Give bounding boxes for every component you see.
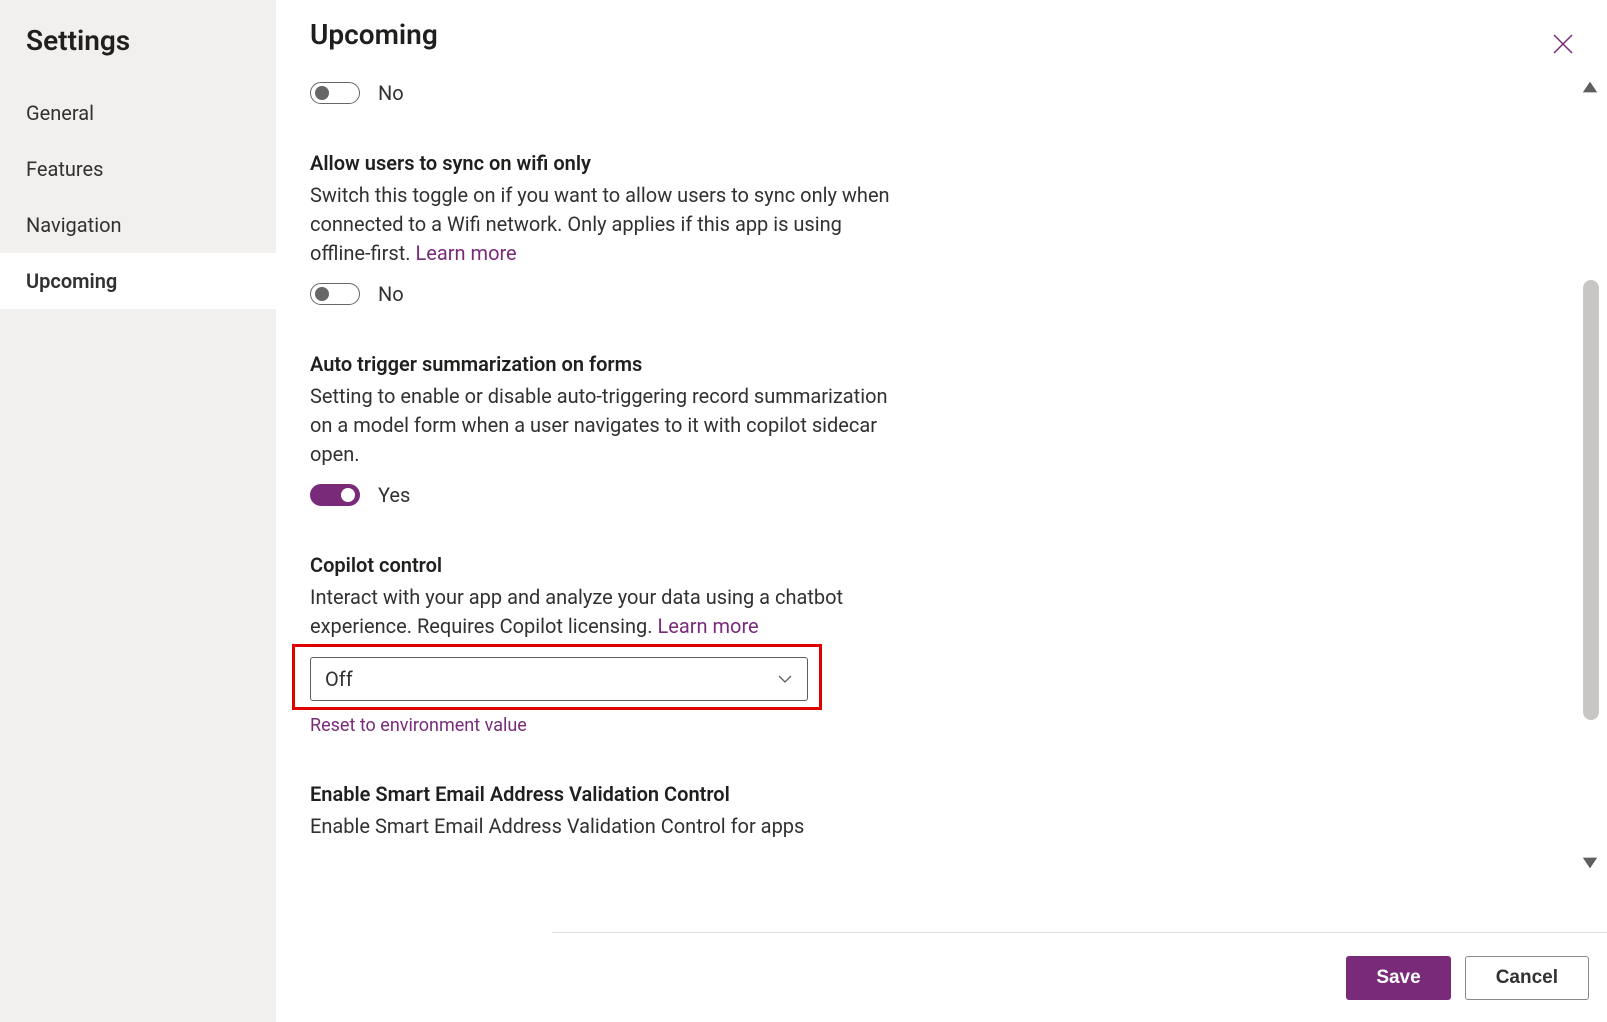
toggle-unknown-label: No xyxy=(378,81,404,105)
sidebar-item-navigation[interactable]: Navigation xyxy=(0,197,276,253)
setting-auto-summarize: Auto trigger summarization on forms Sett… xyxy=(310,352,890,507)
setting-title: Copilot control xyxy=(310,553,890,577)
copilot-select-value: Off xyxy=(325,667,353,691)
settings-sidebar: Settings General Features Navigation Upc… xyxy=(0,0,276,1022)
sidebar-item-features[interactable]: Features xyxy=(0,141,276,197)
setting-desc: Switch this toggle on if you want to all… xyxy=(310,181,890,268)
sidebar-title: Settings xyxy=(0,18,276,85)
setting-smart-email: Enable Smart Email Address Validation Co… xyxy=(310,782,890,841)
close-icon xyxy=(1551,32,1575,56)
page-title: Upcoming xyxy=(276,0,1607,51)
close-button[interactable] xyxy=(1547,28,1579,60)
setting-unknown-toggle: No xyxy=(310,81,890,105)
toggle-auto-summarize-label: Yes xyxy=(378,483,410,507)
setting-desc: Enable Smart Email Address Validation Co… xyxy=(310,812,890,841)
learn-more-link[interactable]: Learn more xyxy=(415,241,516,265)
reset-environment-link[interactable]: Reset to environment value xyxy=(310,715,890,736)
toggle-wifi-sync-label: No xyxy=(378,282,404,306)
toggle-wifi-sync[interactable] xyxy=(310,283,360,305)
save-button[interactable]: Save xyxy=(1346,956,1450,1000)
setting-title: Allow users to sync on wifi only xyxy=(310,151,890,175)
cancel-button[interactable]: Cancel xyxy=(1465,956,1589,1000)
learn-more-link[interactable]: Learn more xyxy=(657,614,758,638)
setting-desc: Interact with your app and analyze your … xyxy=(310,583,890,641)
sidebar-item-general[interactable]: General xyxy=(0,85,276,141)
setting-wifi-sync: Allow users to sync on wifi only Switch … xyxy=(310,151,890,306)
footer-bar: Save Cancel xyxy=(552,932,1607,1022)
chevron-down-icon xyxy=(777,671,793,687)
setting-title: Auto trigger summarization on forms xyxy=(310,352,890,376)
setting-title: Enable Smart Email Address Validation Co… xyxy=(310,782,890,806)
toggle-unknown[interactable] xyxy=(310,82,360,104)
main-panel: Upcoming No Allow us xyxy=(276,0,1607,1022)
copilot-select[interactable]: Off xyxy=(310,657,808,701)
setting-desc: Setting to enable or disable auto-trigge… xyxy=(310,382,890,469)
sidebar-item-upcoming[interactable]: Upcoming xyxy=(0,253,276,309)
toggle-auto-summarize[interactable] xyxy=(310,484,360,506)
setting-copilot-control: Copilot control Interact with your app a… xyxy=(310,553,890,736)
